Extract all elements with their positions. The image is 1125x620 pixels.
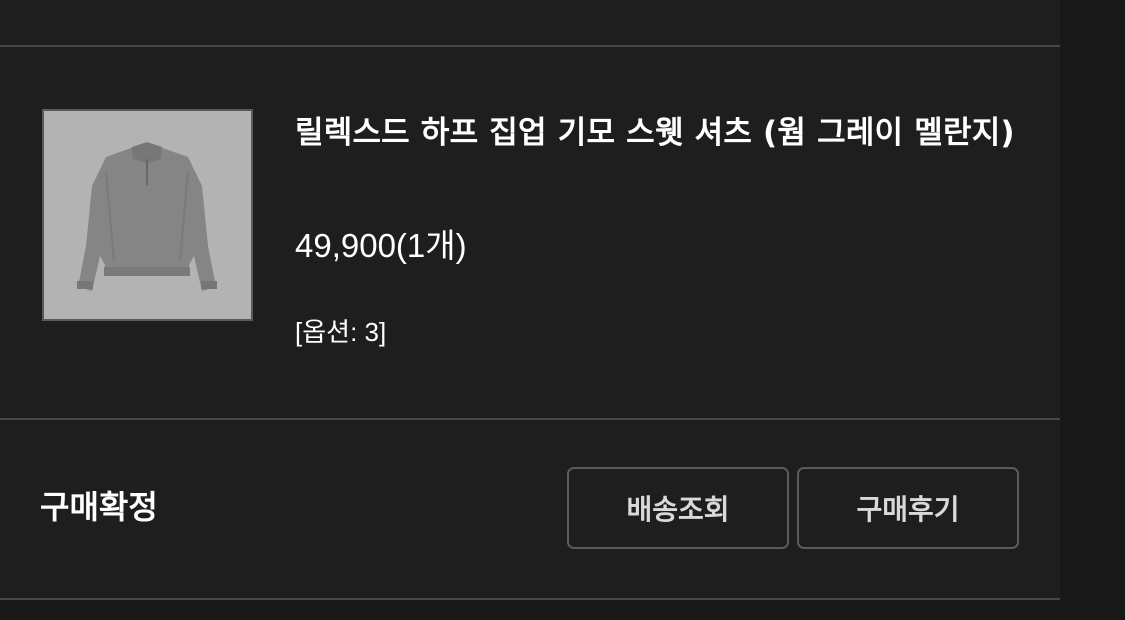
next-item-strip — [0, 600, 1060, 620]
bottom-divider — [0, 598, 1060, 600]
track-delivery-button[interactable]: 배송조회 — [567, 467, 789, 549]
product-thumbnail[interactable] — [42, 109, 253, 321]
top-divider — [0, 45, 1060, 47]
price-quantity: 49,900(1개) — [295, 227, 467, 264]
page-gutter — [1060, 0, 1125, 620]
product-option: [옵션: 3] — [295, 317, 387, 347]
product-name[interactable]: 릴렉스드 하프 집업 기모 스웻 셔츠 (웜 그레이 멜란지) — [295, 110, 1015, 156]
sweatshirt-image — [44, 111, 251, 319]
write-review-button[interactable]: 구매후기 — [797, 467, 1019, 549]
order-status-label: 구매확정 — [40, 488, 158, 526]
middle-divider — [0, 418, 1060, 420]
